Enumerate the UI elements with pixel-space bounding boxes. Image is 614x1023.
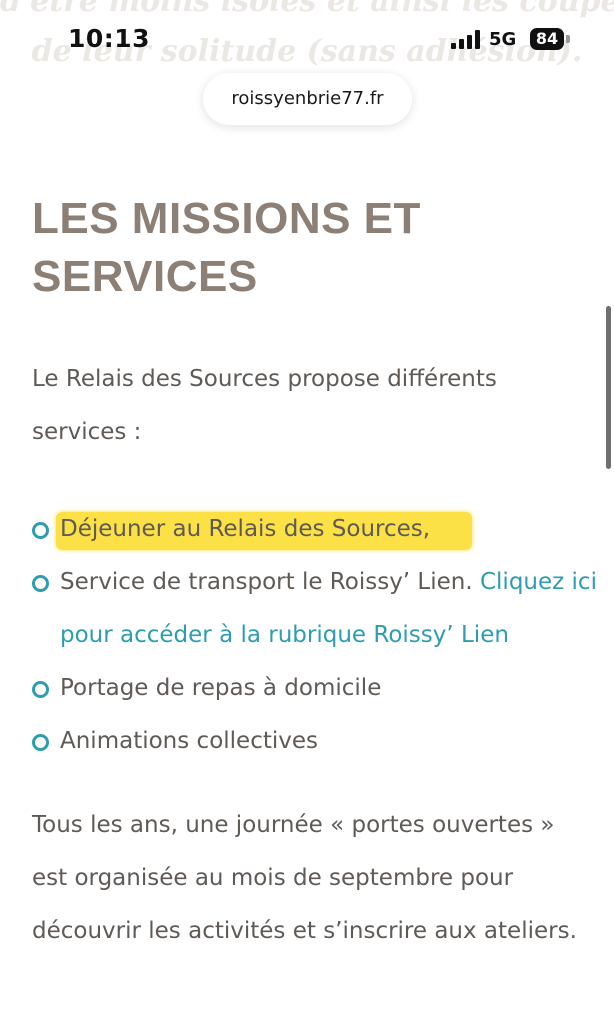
list-item: Portage de repas à domicile [32, 662, 602, 715]
services-list: Déjeuner au Relais des Sources, Service … [32, 503, 602, 768]
service-meal-delivery: Portage de repas à domicile [60, 675, 382, 701]
section-heading: LES MISSIONS ET SERVICES [32, 190, 421, 306]
list-item: Déjeuner au Relais des Sources, [32, 503, 602, 556]
open-day-paragraph: Tous les ans, une journée « portes ouver… [32, 812, 577, 944]
cellular-signal-icon [451, 30, 482, 49]
service-activities: Animations collectives [60, 728, 318, 754]
bullet-icon [32, 522, 49, 539]
service-transport-text: Service de transport le Roissy’ Lien. [60, 569, 480, 595]
bullet-icon [32, 734, 49, 751]
battery-icon: 84 [530, 28, 564, 50]
list-item: Service de transport le Roissy’ Lien. Cl… [32, 556, 602, 662]
intro-paragraph: Le Relais des Sources propose différents… [32, 366, 497, 445]
address-bar[interactable]: roissyenbrie77.fr [203, 73, 412, 125]
scrollbar[interactable] [606, 306, 611, 469]
highlighted-text: Déjeuner au Relais des Sources, [56, 512, 473, 550]
heading-line-1: LES MISSIONS ET [32, 194, 421, 243]
battery-cap [566, 35, 570, 43]
heading-line-2: SERVICES [32, 252, 258, 301]
list-item: Animations collectives [32, 715, 602, 768]
status-bar: 10:13 5G 84 [0, 0, 614, 80]
bullet-icon [32, 681, 49, 698]
clock: 10:13 [68, 24, 151, 53]
network-type: 5G [489, 29, 517, 50]
bullet-icon [32, 575, 49, 592]
